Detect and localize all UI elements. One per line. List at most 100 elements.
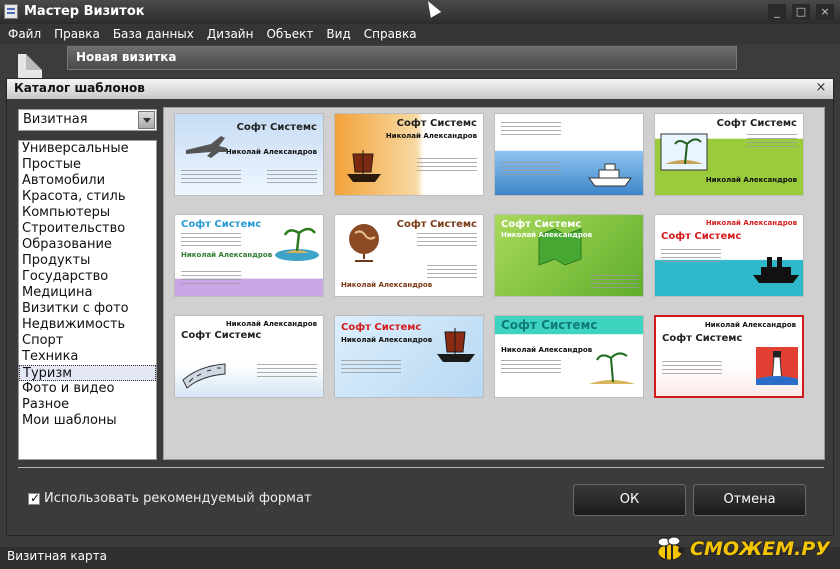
category-item[interactable]: Медицина [19, 285, 156, 301]
card-name: Николай Александров [704, 321, 796, 329]
app-icon [4, 4, 18, 19]
menu-file[interactable]: Файл [0, 24, 46, 44]
template-card[interactable]: Софт Системс Николай Александров [494, 214, 644, 297]
card-name: Николай Александров [501, 231, 593, 239]
template-card[interactable]: Софт Системс Николай Александров [334, 113, 484, 196]
palm-island-icon [275, 227, 319, 261]
ocean-liner-icon [753, 257, 799, 283]
card-name: Николай Александров [341, 336, 433, 344]
menu-bar: Файл Правка База данных Дизайн Объект Ви… [0, 24, 840, 44]
chevron-down-icon[interactable] [138, 111, 155, 129]
category-item[interactable]: Компьютеры [19, 205, 156, 221]
dialog-close-icon[interactable]: × [813, 80, 829, 96]
category-item[interactable]: Автомобили [19, 173, 156, 189]
card-company: Софт Системс [181, 219, 262, 230]
card-name: Николай Александров [341, 281, 433, 289]
category-item[interactable]: Недвижимость [19, 317, 156, 333]
category-item[interactable]: Спорт [19, 333, 156, 349]
category-item[interactable]: Образование [19, 237, 156, 253]
card-name: Николай Александров [181, 251, 273, 259]
card-name: Николай Александров [225, 320, 317, 328]
film-strip-icon [182, 363, 226, 389]
window-controls: _ □ × [768, 4, 834, 20]
menu-help[interactable]: Справка [356, 24, 422, 44]
category-item[interactable]: Визитки с фото [19, 301, 156, 317]
island-icon [660, 133, 708, 171]
card-company: Софт Системс [396, 219, 477, 230]
category-item[interactable]: Государство [19, 269, 156, 285]
bee-icon [657, 536, 684, 561]
template-card[interactable]: Софт Системс Николай Александров [174, 315, 324, 398]
template-card[interactable]: Софт Системс Николай Александров [494, 113, 644, 196]
card-company: Софт Системс [501, 318, 598, 332]
category-item[interactable]: Простые [19, 157, 156, 173]
category-item[interactable]: Продукты [19, 253, 156, 269]
category-item[interactable]: Техника [19, 349, 156, 365]
menu-object[interactable]: Объект [258, 24, 318, 44]
logo-text: СМОЖЕМ.РУ [690, 538, 830, 560]
category-item[interactable]: Универсальные [19, 141, 156, 157]
category-item[interactable]: Фото и видео [19, 381, 156, 397]
new-card-title: Новая визитка [76, 50, 177, 64]
card-company: Софт Системс [181, 330, 262, 341]
sailing-ship-icon [347, 150, 381, 182]
template-card[interactable]: Софт Системс Николай Александров [174, 113, 324, 196]
menu-database[interactable]: База данных [105, 24, 199, 44]
menu-view[interactable]: Вид [318, 24, 355, 44]
card-company: Софт Системс [662, 333, 743, 344]
card-name: Николай Александров [705, 219, 797, 227]
template-card[interactable]: Софт Системс Николай Александров [494, 315, 644, 398]
app-title: Мастер Визиток [24, 4, 145, 19]
category-item[interactable]: Строительство [19, 221, 156, 237]
new-card-window: Новая визитка [67, 46, 737, 70]
template-card[interactable]: Софт Системс Николай Александров [654, 214, 804, 297]
card-name: Николай Александров [705, 176, 797, 184]
status-text: Визитная карта [7, 549, 107, 563]
card-company: Софт Системс [661, 231, 742, 242]
card-company: Софт Системс [396, 118, 477, 129]
card-company: Софт Системс [236, 122, 317, 133]
palm-beach-icon [589, 352, 635, 384]
dialog-divider [18, 467, 824, 468]
card-name: Николай Александров [501, 346, 593, 354]
template-card[interactable]: Софт Системс Николай Александров [174, 214, 324, 297]
card-name: Николай Александров [225, 148, 317, 156]
checkmark-icon: ✓ [30, 491, 41, 505]
recommended-format-label[interactable]: Использовать рекомендуемый формат [44, 491, 312, 506]
menu-edit[interactable]: Правка [46, 24, 105, 44]
mouse-cursor-icon [422, 0, 442, 18]
templates-panel: Софт Системс Николай Александров Софт Си… [163, 107, 825, 460]
card-company: Софт Системс [341, 322, 422, 333]
globe-icon [349, 224, 379, 262]
maximize-button[interactable]: □ [792, 4, 810, 20]
card-company: Софт Системс [501, 219, 582, 230]
category-item[interactable]: Разное [19, 397, 156, 413]
cruise-ship-icon [588, 163, 632, 187]
close-window-button[interactable]: × [816, 4, 834, 20]
recommended-format-checkbox[interactable]: ✓ [28, 491, 41, 505]
category-item-selected[interactable]: Туризм [19, 365, 156, 381]
airplane-icon [186, 136, 227, 158]
menu-design[interactable]: Дизайн [199, 24, 259, 44]
minimize-button[interactable]: _ [768, 4, 786, 20]
watermark-logo: СМОЖЕМ.РУ [650, 530, 840, 568]
dialog-title: Каталог шаблонов [14, 81, 145, 95]
template-card-selected[interactable]: Софт Системс Николай Александров [654, 315, 804, 398]
template-card[interactable]: Софт Системс Николай Александров [334, 214, 484, 297]
card-company: Софт Системс [716, 118, 797, 129]
template-card[interactable]: Софт Системс Николай Александров [654, 113, 804, 196]
format-combo-value: Визитная [23, 112, 88, 127]
ok-button[interactable]: ОК [573, 484, 686, 516]
dialog-titlebar: Каталог шаблонов × [7, 79, 833, 99]
card-company: Софт Системс [556, 118, 637, 129]
app-titlebar: Мастер Визиток _ □ × [0, 0, 840, 24]
sailing-ship-icon [437, 328, 475, 362]
cancel-button[interactable]: Отмена [693, 484, 806, 516]
category-item[interactable]: Красота, стиль [19, 189, 156, 205]
template-catalog-dialog: Каталог шаблонов × Визитная Универсальны… [6, 78, 834, 536]
card-name: Николай Александров [385, 132, 477, 140]
template-card[interactable]: Софт Системс Николай Александров [334, 315, 484, 398]
category-item[interactable]: Мои шаблоны [19, 413, 156, 429]
format-combo[interactable]: Визитная [18, 109, 157, 131]
category-list[interactable]: Универсальные Простые Автомобили Красота… [18, 140, 157, 460]
